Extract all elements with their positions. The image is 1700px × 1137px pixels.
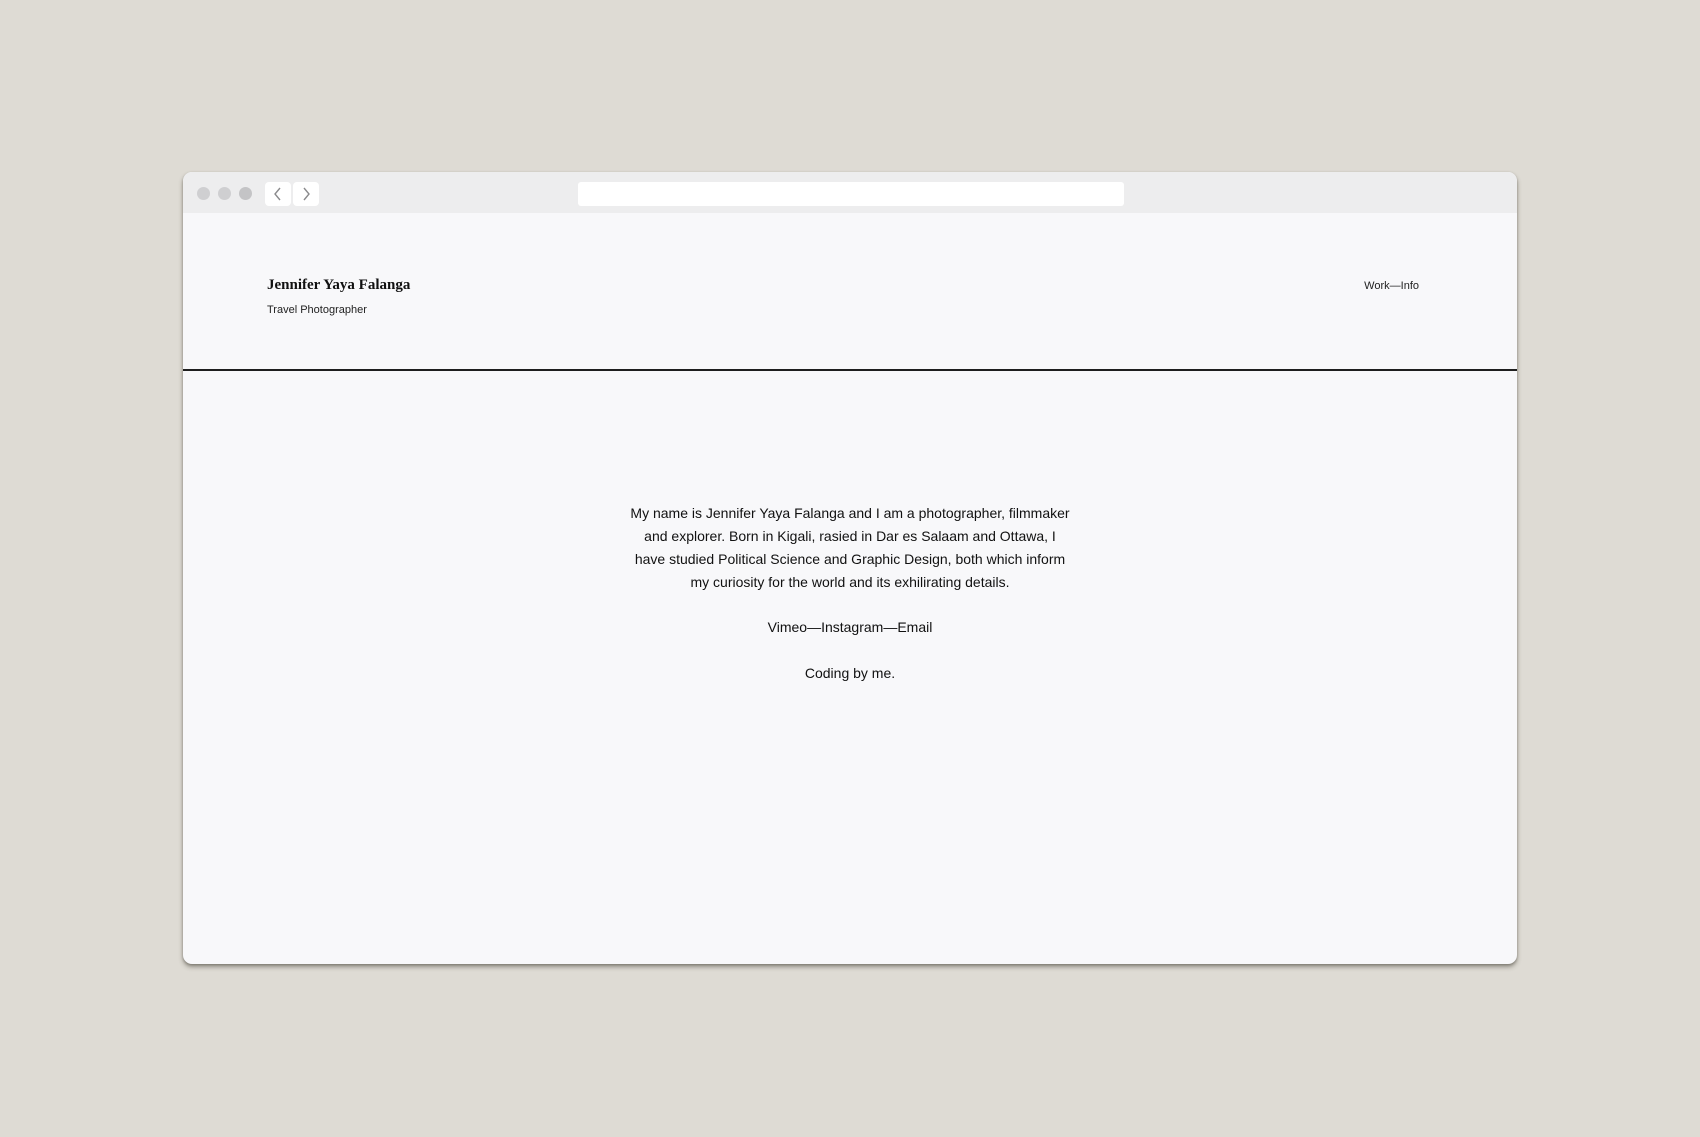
email-link[interactable]: Email: [897, 619, 932, 635]
link-separator: —: [807, 619, 822, 635]
social-links: Vimeo—Instagram—Email: [183, 616, 1517, 639]
site-header: Jennifer Yaya Falanga Travel Photographe…: [183, 213, 1517, 371]
bio-text: My name is Jennifer Yaya Falanga and I a…: [630, 505, 1070, 590]
site-title[interactable]: Jennifer Yaya Falanga: [267, 277, 410, 294]
back-button[interactable]: [265, 182, 291, 206]
info-content: My name is Jennifer Yaya Falanga and I a…: [183, 502, 1517, 685]
vimeo-link[interactable]: Vimeo: [768, 619, 807, 635]
maximize-window-button[interactable]: [239, 187, 252, 200]
credit-text: Coding by me.: [804, 665, 896, 681]
browser-titlebar: [183, 172, 1517, 213]
site-subtitle: Travel Photographer: [267, 304, 367, 316]
chevron-left-icon: [274, 187, 281, 201]
address-bar[interactable]: [578, 182, 1124, 206]
link-separator: —: [883, 619, 898, 635]
close-window-button[interactable]: [197, 187, 210, 200]
forward-button[interactable]: [293, 182, 319, 206]
instagram-link[interactable]: Instagram: [821, 619, 883, 635]
nav-link-info[interactable]: Info: [1401, 280, 1419, 292]
nav-separator: —: [1389, 280, 1401, 292]
nav-link-work[interactable]: Work: [1364, 280, 1389, 292]
minimize-window-button[interactable]: [218, 187, 231, 200]
chevron-right-icon: [303, 187, 310, 201]
top-nav: Work—Info: [1364, 280, 1419, 292]
browser-window: Jennifer Yaya Falanga Travel Photographe…: [183, 172, 1517, 964]
